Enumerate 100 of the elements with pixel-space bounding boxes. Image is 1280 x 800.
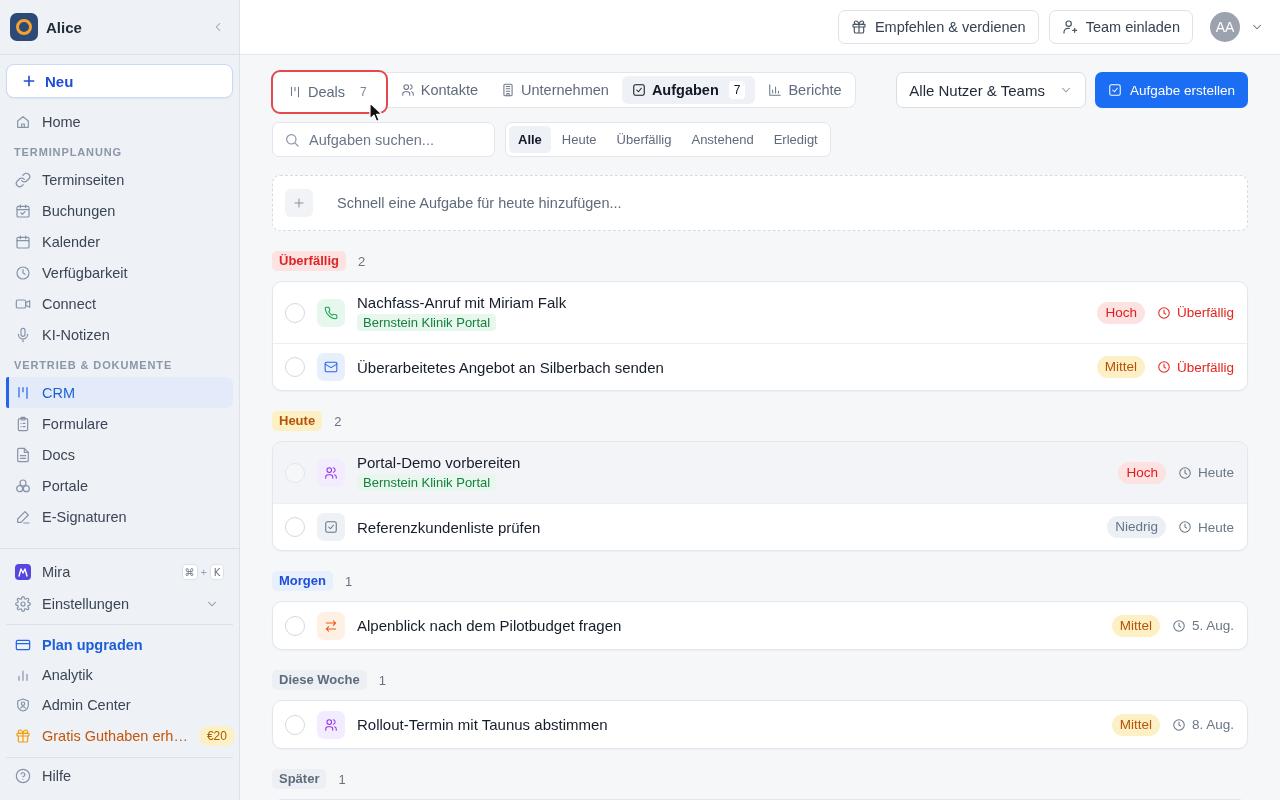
- nav-item[interactable]: Gratis Guthaben erh… €20: [6, 720, 233, 752]
- task-row[interactable]: Rollout-Termin mit Taunus abstimmen Mittel 8. Aug.: [273, 701, 1247, 748]
- settings-item[interactable]: Einstellungen: [6, 588, 233, 620]
- task-checkbox[interactable]: [285, 302, 305, 323]
- nav-item[interactable]: Buchungen: [6, 195, 233, 226]
- search-field[interactable]: Aufgaben suchen...: [272, 122, 495, 157]
- task-row[interactable]: Alpenblick nach dem Pilotbudget fragen Mittel 5. Aug.: [273, 602, 1247, 649]
- quick-add-field[interactable]: Schnell eine Aufgabe für heute hinzufügen...: [272, 175, 1248, 231]
- clock-icon: [1177, 465, 1192, 480]
- create-task-button[interactable]: Aufgabe erstellen: [1094, 72, 1248, 108]
- users-icon: [317, 710, 345, 739]
- credit-card-icon: [15, 637, 31, 653]
- group-count: 2: [334, 413, 342, 429]
- tab[interactable]: Kontakte: [390, 76, 488, 104]
- mail-icon: [317, 353, 345, 381]
- project-tag: Bernstein Klinik Portal: [357, 314, 497, 331]
- task-row[interactable]: Referenzkundenliste prüfen Niedrig Heute: [273, 503, 1247, 550]
- filter-tab[interactable]: Alle: [509, 126, 551, 153]
- header-button[interactable]: Team einladen: [1048, 10, 1193, 44]
- task-row[interactable]: Überarbeitetes Angebot an Silberbach senden Mittel Überfällig: [273, 343, 1247, 390]
- kanban-icon: [288, 85, 302, 99]
- nav-item[interactable]: Connect: [6, 288, 233, 319]
- users-icon: [400, 83, 415, 97]
- users-icon: [317, 458, 345, 487]
- search-icon: [284, 131, 300, 148]
- calendar-check-icon: [15, 202, 31, 219]
- calendar-icon: [15, 233, 31, 250]
- tab[interactable]: Unternehmen: [491, 76, 619, 104]
- nav-item[interactable]: Verfügbarkeit: [6, 257, 233, 288]
- due-date: Heute: [1197, 465, 1234, 480]
- microphone-icon: [15, 326, 31, 343]
- new-button[interactable]: Neu: [6, 64, 233, 98]
- nav-item[interactable]: Portale: [6, 470, 233, 501]
- nav-item[interactable]: Plan upgraden: [6, 630, 233, 660]
- check-square-icon: [317, 513, 345, 541]
- help-item[interactable]: Hilfe: [6, 761, 233, 791]
- group-label: Heute: [272, 411, 323, 431]
- tab[interactable]: Berichte: [758, 76, 852, 104]
- task-title: Überarbeitetes Angebot an Silberbach senden: [357, 358, 664, 376]
- priority-badge: Mittel: [1111, 713, 1160, 736]
- nav-item[interactable]: Terminseiten: [6, 164, 233, 195]
- filter-tab[interactable]: Überfällig: [607, 126, 681, 153]
- nav-item[interactable]: Kalender: [6, 226, 233, 257]
- circles-icon: [15, 477, 31, 494]
- nav-item[interactable]: Docs: [6, 439, 233, 470]
- due-date: Heute: [1197, 519, 1234, 535]
- due-date: 8. Aug.: [1191, 717, 1234, 732]
- task-checkbox[interactable]: [285, 357, 305, 377]
- task-checkbox[interactable]: [285, 615, 305, 636]
- filter-tab[interactable]: Heute: [552, 126, 606, 153]
- shortcut-key: K: [210, 564, 224, 580]
- task-checkbox[interactable]: [285, 714, 305, 735]
- assistant-logo-icon: [15, 564, 31, 580]
- tab[interactable]: Aufgaben 7: [621, 76, 756, 104]
- quick-add-input[interactable]: Schnell eine Aufgabe für heute hinzufügen...: [337, 192, 1235, 214]
- clock-icon: [15, 264, 31, 281]
- filter-tab[interactable]: Erledigt: [764, 126, 827, 153]
- group-count: 1: [378, 672, 386, 688]
- header-button[interactable]: Empfehlen & verdienen: [837, 10, 1039, 44]
- plus-icon: [292, 196, 306, 210]
- shortcut-joiner: +: [200, 566, 207, 578]
- check-square-icon: [631, 83, 646, 97]
- clock-icon: [1177, 520, 1192, 534]
- logo-icon: [10, 13, 38, 41]
- gift-icon: [15, 728, 31, 744]
- task-row[interactable]: Portal-Demo vorbereiten Bernstein Klinik Portal Hoch Heute: [273, 442, 1247, 503]
- group-count: 1: [344, 573, 353, 589]
- nav-item[interactable]: E-Signaturen: [6, 501, 233, 532]
- group-count: 1: [338, 771, 346, 787]
- nav-item[interactable]: KI-Notizen: [6, 319, 233, 350]
- clock-icon: [1171, 717, 1186, 732]
- clock-icon: [1156, 360, 1171, 374]
- nav-item[interactable]: Analytik: [6, 660, 233, 690]
- add-task-button[interactable]: [285, 189, 313, 217]
- nav-item[interactable]: Mira ⌘ + K: [6, 556, 233, 588]
- pen-icon: [15, 508, 31, 525]
- filter-tab[interactable]: Anstehend: [682, 126, 763, 153]
- task-title: Referenzkundenliste prüfen: [357, 518, 541, 536]
- task-checkbox[interactable]: [285, 517, 305, 537]
- search-input[interactable]: Aufgaben suchen...: [309, 131, 483, 148]
- priority-badge: Hoch: [1118, 461, 1166, 484]
- nav-item[interactable]: Admin Center: [6, 690, 233, 720]
- owner-dropdown[interactable]: Alle Nutzer & Teams: [896, 72, 1086, 108]
- group-label: Morgen: [272, 571, 333, 591]
- group-count: 2: [357, 253, 366, 269]
- task-title: Nachfass-Anruf mit Miriam Falk: [357, 294, 567, 311]
- user-plus-icon: [1061, 19, 1078, 35]
- bar-chart-icon: [768, 83, 783, 97]
- settings-icon: [15, 596, 31, 612]
- nav-item[interactable]: Formulare: [6, 408, 233, 439]
- shield-user-icon: [15, 697, 31, 713]
- swap-arrows-icon: [317, 611, 345, 640]
- workspace-name: Alice: [46, 18, 83, 36]
- task-title: Rollout-Termin mit Taunus abstimmen: [357, 716, 608, 733]
- tab[interactable]: Deals 7: [271, 70, 388, 114]
- nav-item[interactable]: CRM: [6, 377, 233, 408]
- nav-item[interactable]: Home: [6, 106, 233, 137]
- task-row[interactable]: Nachfass-Anruf mit Miriam Falk Bernstein Klinik Portal Hoch Überfällig: [273, 282, 1247, 343]
- link-icon: [15, 171, 31, 188]
- group-label: Später: [272, 769, 327, 789]
